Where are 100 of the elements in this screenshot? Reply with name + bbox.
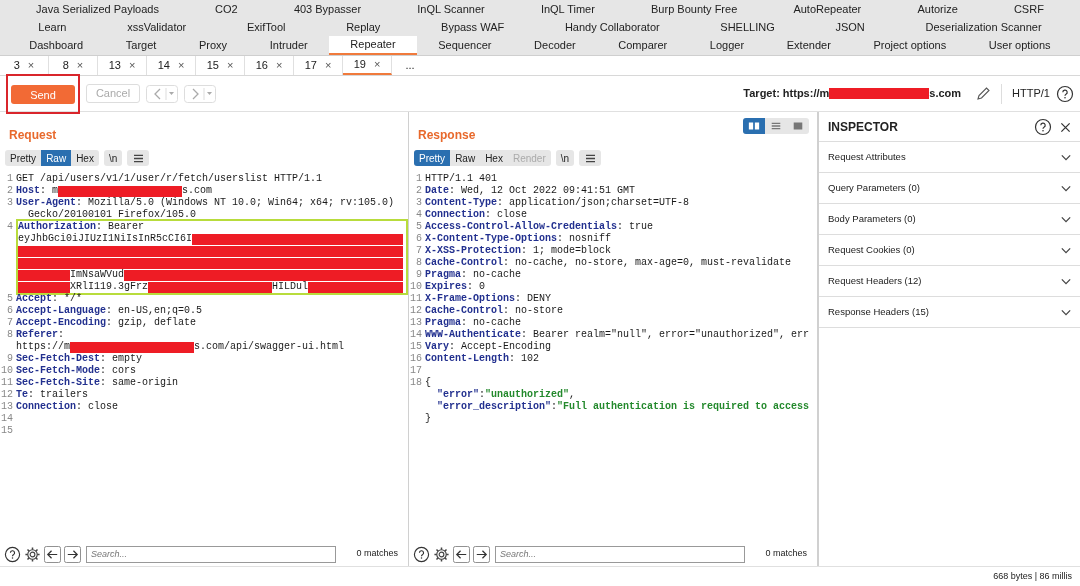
extension-tab[interactable]: Handy Collaborator — [560, 18, 664, 36]
search-field[interactable]: Search... — [86, 545, 336, 563]
close-button[interactable]: × — [275, 57, 283, 74]
menu-icon[interactable] — [132, 153, 144, 163]
chevron-down-icon[interactable] — [1061, 277, 1071, 285]
repeater-tab[interactable]: 8 × — [49, 56, 98, 75]
extension-tab[interactable]: 403 Bypasser — [289, 0, 366, 18]
tab-label[interactable]: 13 — [108, 57, 121, 74]
extension-tab[interactable]: InQL Scanner — [413, 0, 489, 18]
more-tabs-button[interactable]: ... — [392, 56, 428, 75]
close-button[interactable]: × — [128, 57, 136, 74]
chevron-down-icon[interactable] — [1061, 215, 1071, 223]
extension-tab[interactable]: CSRF — [1009, 0, 1048, 18]
line-number: 17 — [409, 365, 423, 377]
extension-tab[interactable]: Learn — [34, 18, 71, 36]
tab-label[interactable]: 16 — [255, 57, 268, 74]
main-tab[interactable]: Project options — [852, 36, 968, 55]
close-button[interactable]: × — [324, 57, 332, 74]
tab-label[interactable]: 14 — [157, 57, 170, 74]
chevron-down-icon[interactable] — [1061, 246, 1071, 254]
repeater-tab[interactable]: 14 × — [147, 56, 196, 75]
tab-label[interactable]: 8 — [62, 57, 69, 74]
menu-icon[interactable] — [584, 153, 596, 163]
extension-tab[interactable]: Replay — [342, 18, 385, 36]
repeater-tab[interactable]: 16 × — [245, 56, 294, 75]
extension-tab[interactable]: Deserialization Scanner — [921, 18, 1046, 36]
previous-match-button[interactable] — [44, 545, 61, 563]
extension-tab[interactable]: Bypass WAF — [437, 18, 509, 36]
newline-toggle[interactable]: \n — [103, 150, 123, 166]
previous-match-button[interactable] — [453, 545, 470, 563]
main-tab[interactable]: Comparer — [597, 36, 689, 55]
next-match-button[interactable] — [64, 545, 81, 563]
repeater-tab[interactable]: 19 × — [343, 56, 392, 75]
inspector-section[interactable]: Request Headers (12) — [819, 266, 1080, 297]
inspector-section[interactable]: Request Cookies (0) — [819, 235, 1080, 266]
extension-tab[interactable]: Burp Bounty Free — [647, 0, 742, 18]
help-icon[interactable] — [4, 545, 21, 563]
square-icon[interactable] — [791, 120, 805, 132]
help-icon[interactable] — [1034, 118, 1052, 136]
protocol-button[interactable]: HTTP/1 — [1012, 85, 1050, 102]
chevron-down-icon[interactable] — [1061, 308, 1071, 316]
main-tab[interactable]: Sequencer — [416, 36, 513, 55]
view-tab[interactable]: Raw — [450, 150, 481, 166]
repeater-tab[interactable]: 13 × — [98, 56, 147, 75]
search-field[interactable]: Search... — [495, 545, 745, 563]
repeater-tab[interactable]: 15 × — [196, 56, 245, 75]
tab-label[interactable]: 15 — [206, 57, 219, 74]
view-tab[interactable]: Hex — [71, 150, 99, 166]
repeater-tab[interactable]: 3 × — [0, 56, 49, 75]
view-tab[interactable]: Hex — [480, 150, 508, 166]
settings-icon[interactable] — [24, 545, 41, 563]
main-tab[interactable]: Dashboard — [8, 36, 105, 55]
chevron-down-icon[interactable] — [1061, 153, 1071, 161]
repeater-tab[interactable]: 17 × — [294, 56, 343, 75]
close-button[interactable]: × — [177, 57, 185, 74]
tab-label[interactable]: 19 — [353, 56, 366, 73]
close-button[interactable]: × — [226, 57, 234, 74]
close-button[interactable]: × — [76, 57, 84, 74]
next-match-button[interactable] — [473, 545, 490, 563]
extension-tab[interactable]: InQL Timer — [536, 0, 599, 18]
help-icon[interactable] — [413, 545, 430, 563]
main-tab[interactable]: Extender — [765, 36, 853, 55]
extension-tab[interactable]: SHELLING — [716, 18, 779, 36]
main-tab[interactable]: Intruder — [248, 36, 329, 55]
main-tab[interactable]: Decoder — [512, 36, 597, 55]
extension-tab[interactable]: xssValidator — [123, 18, 191, 36]
pencil-icon[interactable] — [975, 85, 992, 102]
extension-tab[interactable]: AutoRepeater — [789, 0, 866, 18]
lines-icon[interactable] — [769, 120, 783, 132]
main-tab[interactable]: Proxy — [177, 36, 249, 55]
help-icon[interactable] — [1056, 84, 1074, 103]
main-tab[interactable]: Logger — [688, 36, 766, 55]
extension-tab[interactable]: JSON — [831, 18, 869, 36]
main-tab[interactable]: Target — [104, 36, 178, 55]
inspector-section[interactable]: Body Parameters (0) — [819, 204, 1080, 235]
tab-label[interactable]: 17 — [304, 57, 317, 74]
layout-button[interactable] — [743, 118, 765, 134]
inspector-section[interactable]: Query Parameters (0) — [819, 173, 1080, 204]
header-name: Te — [16, 389, 28, 401]
settings-icon[interactable] — [433, 545, 450, 563]
extension-tab[interactable]: CO2 — [211, 0, 242, 18]
main-tab[interactable]: User options — [967, 36, 1072, 55]
extension-tab[interactable]: Java Serialized Payloads — [32, 0, 163, 18]
close-icon[interactable] — [1060, 121, 1071, 133]
main-tab[interactable]: Repeater — [329, 36, 417, 55]
menu-button[interactable] — [127, 150, 150, 166]
menu-button[interactable] — [579, 150, 602, 166]
extension-tab[interactable]: Autorize — [913, 0, 962, 18]
columns-icon[interactable] — [747, 120, 761, 132]
view-tab[interactable]: Pretty — [414, 150, 451, 166]
view-tab[interactable]: Pretty — [5, 150, 42, 166]
inspector-section[interactable]: Response Headers (15) — [819, 297, 1080, 328]
extension-tab[interactable]: ExifTool — [242, 18, 290, 36]
chevron-down-icon[interactable] — [1061, 184, 1071, 192]
close-button[interactable]: × — [373, 56, 381, 73]
newline-toggle[interactable]: \n — [555, 150, 575, 166]
view-tab[interactable]: Raw — [41, 150, 72, 166]
close-button[interactable]: × — [27, 57, 35, 74]
tab-label[interactable]: 3 — [13, 57, 20, 74]
inspector-section[interactable]: Request Attributes — [819, 142, 1080, 173]
